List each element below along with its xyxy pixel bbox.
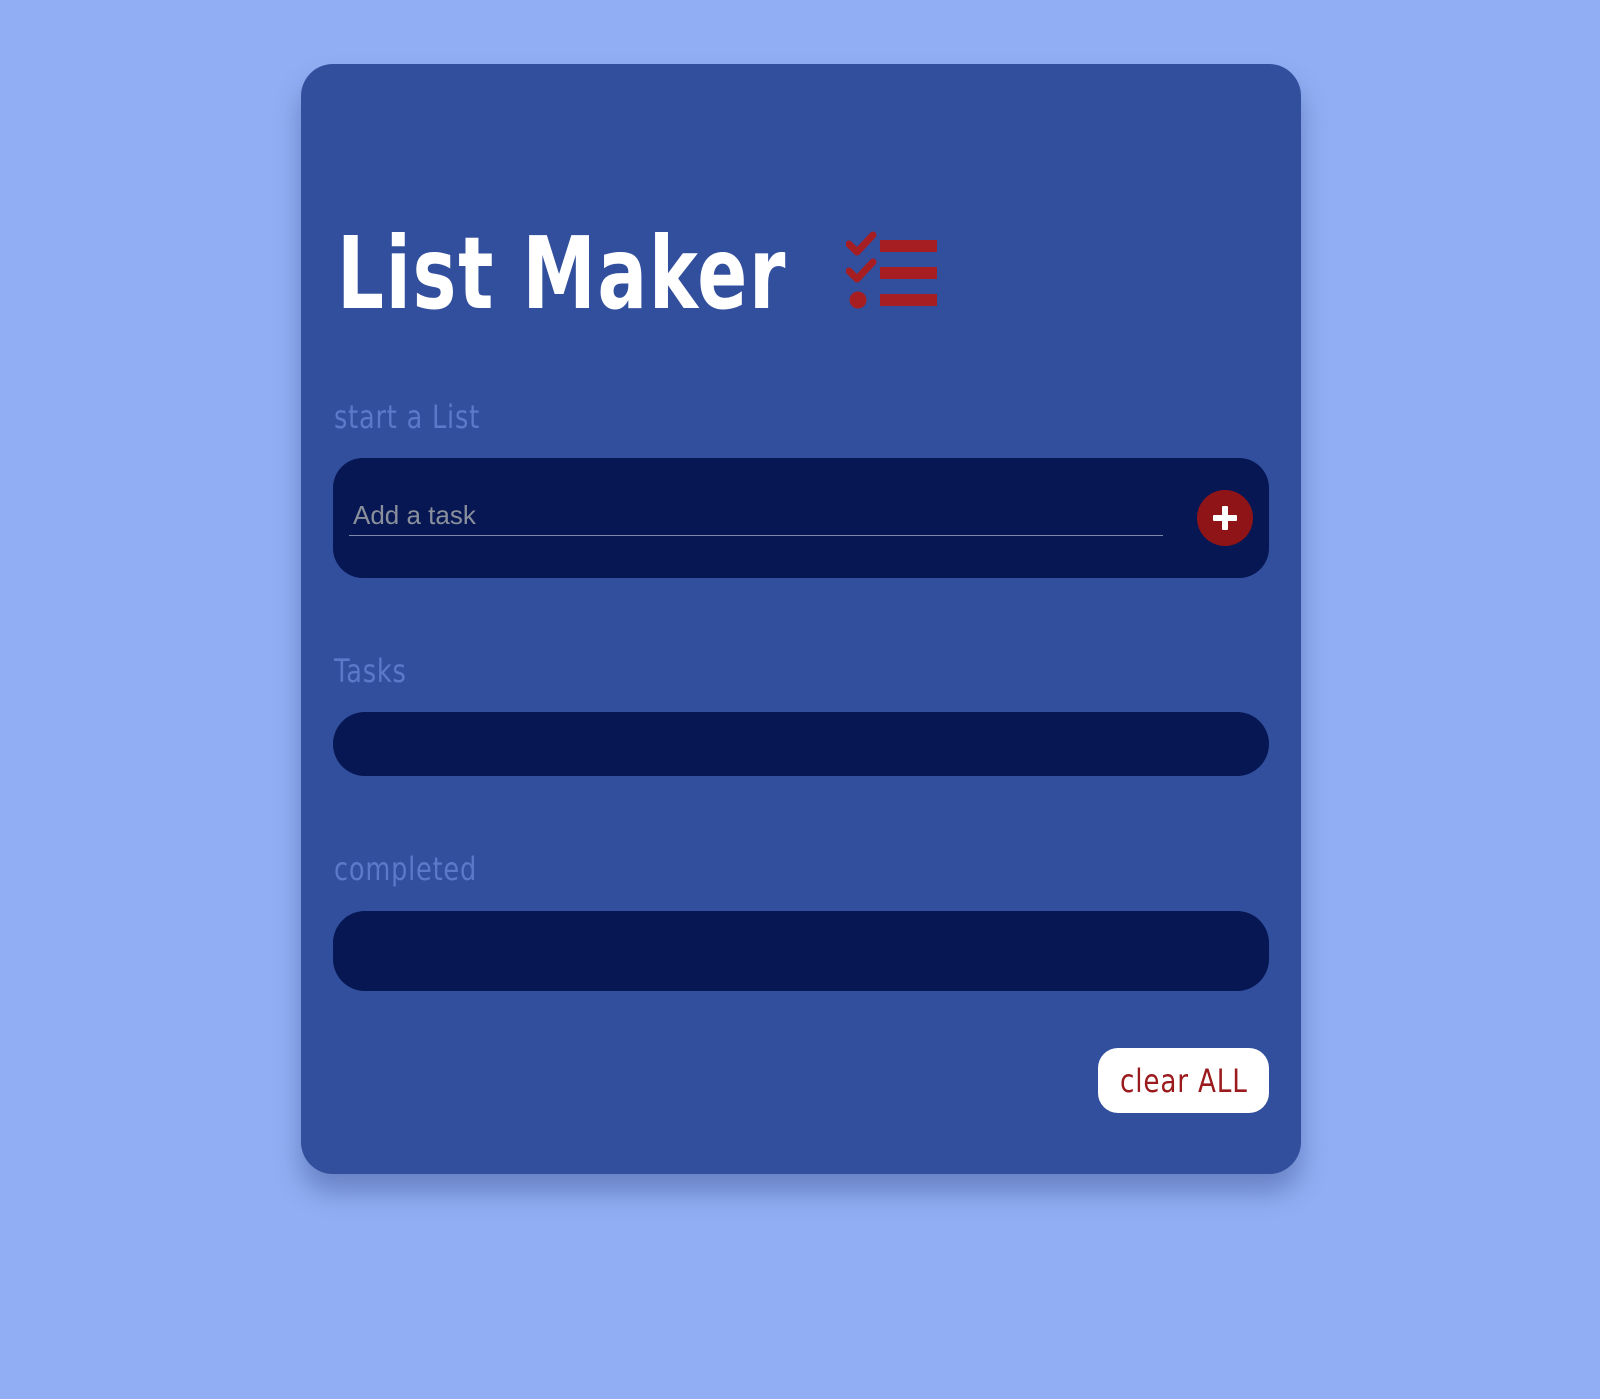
checklist-icon [846, 231, 937, 309]
completed-label: completed [334, 850, 478, 888]
tasks-label: Tasks [334, 652, 407, 690]
add-task-button[interactable] [1197, 490, 1253, 546]
list-maker-card: List Maker start a List Tasks completed … [301, 64, 1301, 1174]
tasks-list [333, 712, 1269, 776]
add-task-panel [333, 458, 1269, 578]
start-list-label: start a List [334, 398, 480, 436]
clear-all-button[interactable]: clear ALL [1098, 1048, 1269, 1113]
clear-all-label: clear ALL [1119, 1061, 1248, 1100]
add-task-input[interactable] [349, 496, 1163, 536]
app-title: List Maker [337, 215, 788, 332]
plus-icon [1213, 506, 1237, 530]
completed-list [333, 911, 1269, 991]
header: List Maker [337, 214, 937, 334]
